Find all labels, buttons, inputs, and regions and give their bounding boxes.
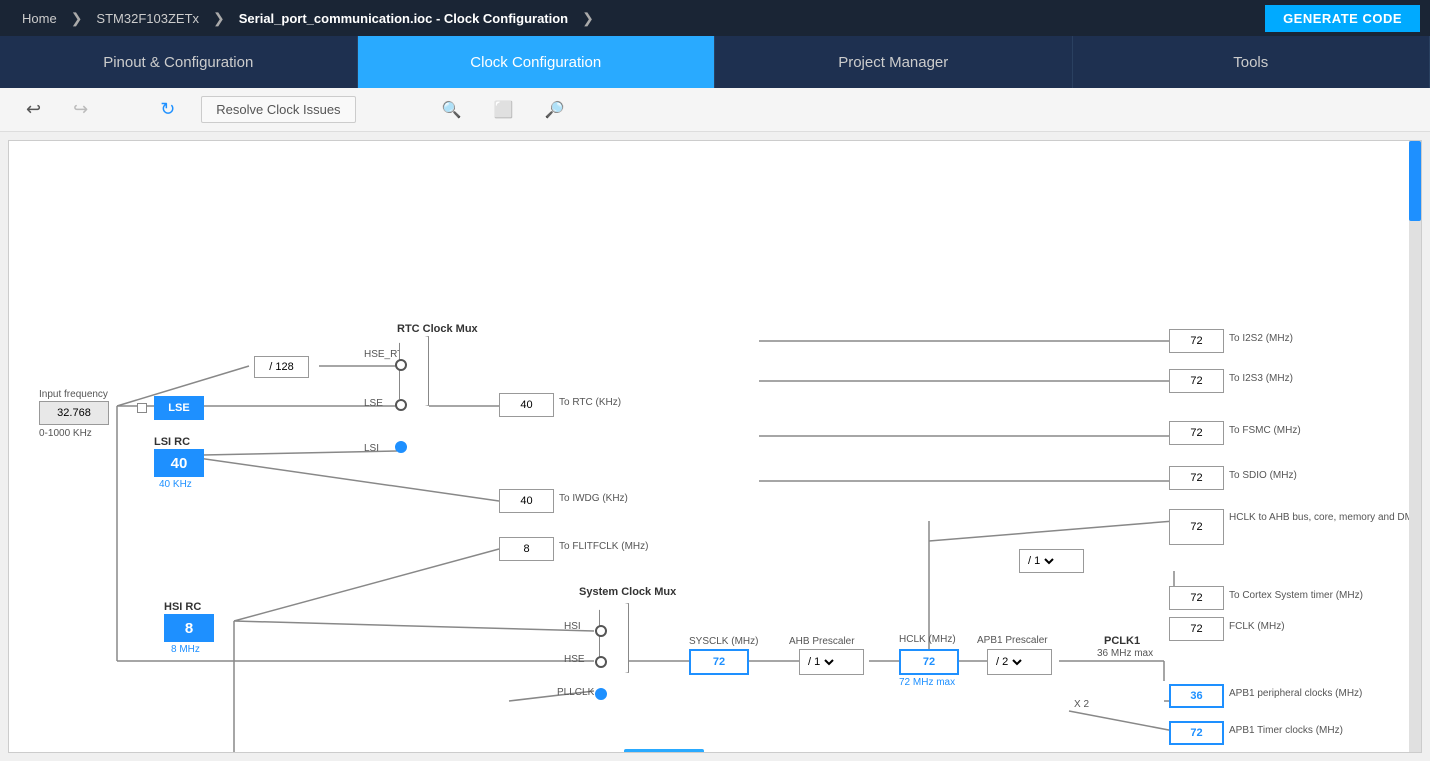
sysclk-label: SYSCLK (MHz) [689,636,758,647]
rtc-mux-label: RTC Clock Mux [397,323,478,335]
hclk-box[interactable]: 72 [899,649,959,675]
tab-project[interactable]: Project Manager [715,36,1073,88]
cortex-timer-box: 72 [1169,586,1224,610]
clock-canvas: Input frequency 32.768 0-1000 KHz LSE LS… [8,140,1422,753]
hclk-ahb-box: 72 [1169,509,1224,545]
hsi-rc-unit: 8 MHz [171,644,200,655]
div1-dropdown[interactable]: / 1 / 8 [1019,549,1084,573]
hsi-rc-label: HSI RC [164,601,201,613]
input-freq-label1: Input frequency [39,389,108,400]
hse-mux-label: HSE [564,654,585,665]
fclk-label: FCLK (MHz) [1229,621,1285,632]
hclk-max: 72 MHz max [899,677,955,688]
i2s3-box: 72 [1169,369,1224,393]
pllclk-mux-label: PLLCLK [557,687,594,698]
hclk-ahb-label: HCLK to AHB bus, core, memory and DMA (M… [1229,511,1359,524]
lsi-rc-box[interactable]: 40 [154,449,204,477]
resolve-clock-issues-button[interactable]: Resolve Clock Issues [201,96,355,123]
i2s2-box: 72 [1169,329,1224,353]
apb1-x2-label: X 2 [1074,699,1089,710]
redo-button[interactable]: ↪ [67,95,94,124]
undo-button[interactable]: ↩ [20,95,47,124]
top-nav: Home ❯ STM32F103ZETx ❯ Serial_port_commu… [0,0,1430,36]
iwdg-out-box: 40 [499,489,554,513]
iwdg-out-label: To IWDG (KHz) [559,493,628,504]
zoom-in-button[interactable]: 🔍 [436,96,468,124]
lsi-rc-unit: 40 KHz [159,479,192,490]
apb1-prescaler-dropdown[interactable]: / 2 / 1 / 4 / 8 [987,649,1052,675]
cortex-timer-label: To Cortex System timer (MHz) [1229,590,1363,601]
pclk1-max: 36 MHz max [1097,648,1153,659]
ahb-prescaler-dropdown[interactable]: / 1 / 2 / 4 / 8 [799,649,864,675]
tab-tools[interactable]: Tools [1073,36,1430,88]
vertical-scrollbar[interactable] [1409,141,1421,752]
rtc-out-box: 40 [499,393,554,417]
tab-clock[interactable]: Clock Configuration [358,36,716,88]
ahb-prescaler-select[interactable]: / 1 / 2 / 4 / 8 [804,655,837,669]
rtc-out-label: To RTC (KHz) [559,397,621,408]
apb1-periph-label: APB1 peripheral clocks (MHz) [1229,688,1362,699]
pclk1-label: PCLK1 [1104,635,1140,647]
rtc-radio-hse[interactable] [395,359,407,371]
zoom-out-button[interactable]: 🔍 [539,96,571,124]
clock-diagram: Input frequency 32.768 0-1000 KHz LSE LS… [9,141,1421,752]
sysclk-radio-hse[interactable] [595,656,607,668]
chevron-2: ❯ [213,10,225,27]
hsi-rc-box[interactable]: 8 [164,614,214,642]
hse-div128-box[interactable]: / 128 [254,356,309,378]
sdio-label: To SDIO (MHz) [1229,470,1297,481]
flitfclk-out-label: To FLITFCLK (MHz) [559,541,648,552]
chevron-1: ❯ [71,10,83,27]
fsmc-label: To FSMC (MHz) [1229,425,1301,436]
nav-file[interactable]: Serial_port_communication.ioc - Clock Co… [227,0,580,36]
sysclk-radio-hsi[interactable] [595,625,607,637]
sysclk-radio-pll[interactable] [595,688,607,700]
div1-select[interactable]: / 1 / 8 [1024,554,1057,568]
lsi-rtc-label: LSI [364,443,379,454]
rtc-mux-shape [399,336,429,406]
flitfclk-out-box: 8 [499,537,554,561]
chevron-3: ❯ [582,10,594,27]
rtc-radio-lsi[interactable] [395,441,407,453]
lse-box[interactable]: LSE [154,396,204,420]
nav-home[interactable]: Home [10,0,69,36]
lse-rtc-label: LSE [364,398,383,409]
sysclk-mux-label: System Clock Mux [579,586,676,598]
fclk-box: 72 [1169,617,1224,641]
fsmc-box: 72 [1169,421,1224,445]
tab-bar: Pinout & Configuration Clock Configurati… [0,36,1430,88]
tab-pinout[interactable]: Pinout & Configuration [0,36,358,88]
nav-device[interactable]: STM32F103ZETx [84,0,211,36]
apb1-prescaler-label: APB1 Prescaler [977,635,1048,646]
input-freq-range1: 0-1000 KHz [39,428,92,439]
enable-css-button[interactable]: Enable CSS [624,749,704,752]
zoom-fit-button[interactable]: ⬜ [487,96,519,124]
i2s2-label: To I2S2 (MHz) [1229,333,1293,344]
toolbar: ↩ ↪ ↻ Resolve Clock Issues 🔍 ⬜ 🔍 [0,88,1430,132]
sysclk-box[interactable]: 72 [689,649,749,675]
apb1-prescaler-select[interactable]: / 2 / 1 / 4 / 8 [992,655,1025,669]
apb1-periph-box[interactable]: 36 [1169,684,1224,708]
diagram-inner: Input frequency 32.768 0-1000 KHz LSE LS… [9,141,1399,752]
ahb-prescaler-label: AHB Prescaler [789,636,855,647]
input-freq-val1[interactable]: 32.768 [39,401,109,425]
sdio-box: 72 [1169,466,1224,490]
apb1-timer-box[interactable]: 72 [1169,721,1224,745]
hclk-label: HCLK (MHz) [899,634,956,645]
lse-connector [137,403,147,413]
scrollbar-thumb[interactable] [1409,141,1421,221]
lsi-rc-label: LSI RC [154,436,190,448]
rtc-radio-lse[interactable] [395,399,407,411]
refresh-button[interactable]: ↻ [154,95,181,124]
apb1-timer-label: APB1 Timer clocks (MHz) [1229,725,1343,736]
i2s3-label: To I2S3 (MHz) [1229,373,1293,384]
generate-code-button[interactable]: GENERATE CODE [1265,5,1420,32]
hsi-mux-label: HSI [564,621,581,632]
